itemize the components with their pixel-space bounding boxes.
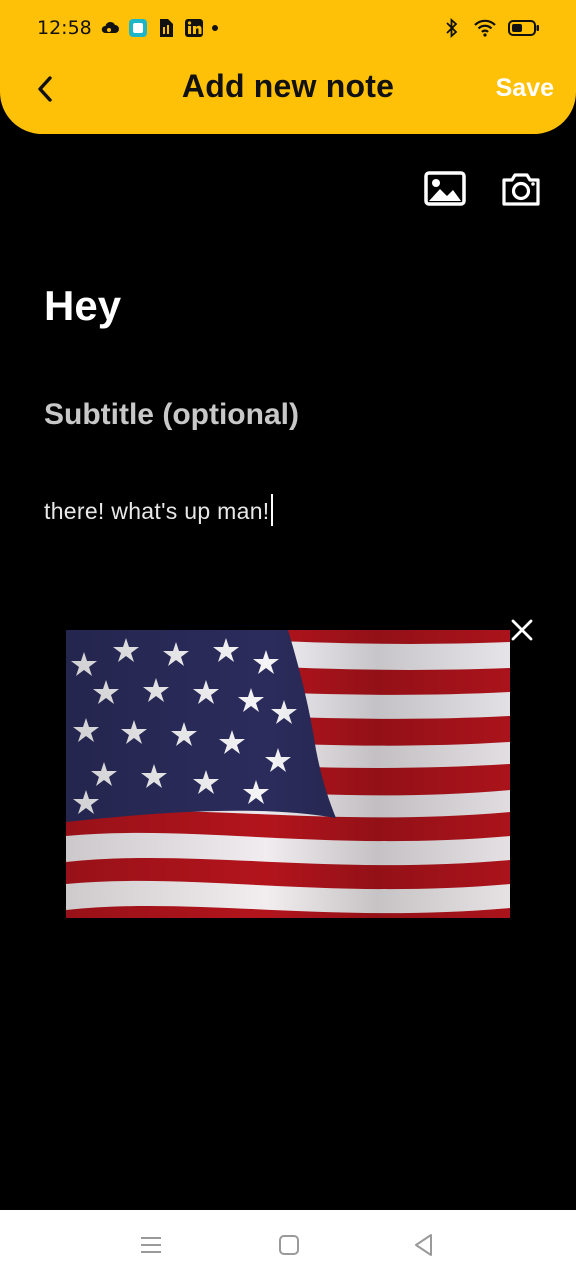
linkedin-icon (184, 18, 204, 38)
save-button[interactable]: Save (496, 74, 554, 103)
american-flag-image (66, 630, 510, 918)
menu-icon[interactable] (138, 1232, 164, 1258)
camera-icon[interactable] (500, 170, 542, 208)
note-body-field[interactable]: there! what's up man! (44, 494, 274, 526)
note-body-text: there! what's up man! (44, 498, 270, 524)
remove-image-button[interactable] (508, 616, 536, 644)
bluetooth-icon (442, 18, 462, 38)
close-icon (511, 619, 533, 641)
sim-icon (156, 18, 176, 38)
attached-image[interactable] (66, 630, 510, 918)
battery-icon (508, 18, 540, 38)
status-time: 12:58 (37, 17, 92, 39)
image-gallery-icon[interactable] (424, 170, 466, 208)
status-bar: 12:58 (0, 0, 576, 58)
note-title-field[interactable]: Hey (44, 282, 121, 330)
app-bar: 12:58 Add new note Save (0, 0, 576, 134)
system-nav-bar (0, 1210, 576, 1280)
status-left-icons (100, 18, 218, 38)
dot-icon (212, 25, 218, 31)
page-title: Add new note (181, 68, 395, 104)
back-icon[interactable] (411, 1232, 437, 1258)
note-subtitle-field[interactable]: Subtitle (optional) (44, 398, 299, 432)
status-right-icons (442, 18, 540, 38)
app-icon (128, 18, 148, 38)
text-cursor (271, 494, 274, 526)
home-icon[interactable] (276, 1232, 302, 1258)
wifi-icon (472, 18, 498, 38)
cloud-icon (100, 18, 120, 38)
